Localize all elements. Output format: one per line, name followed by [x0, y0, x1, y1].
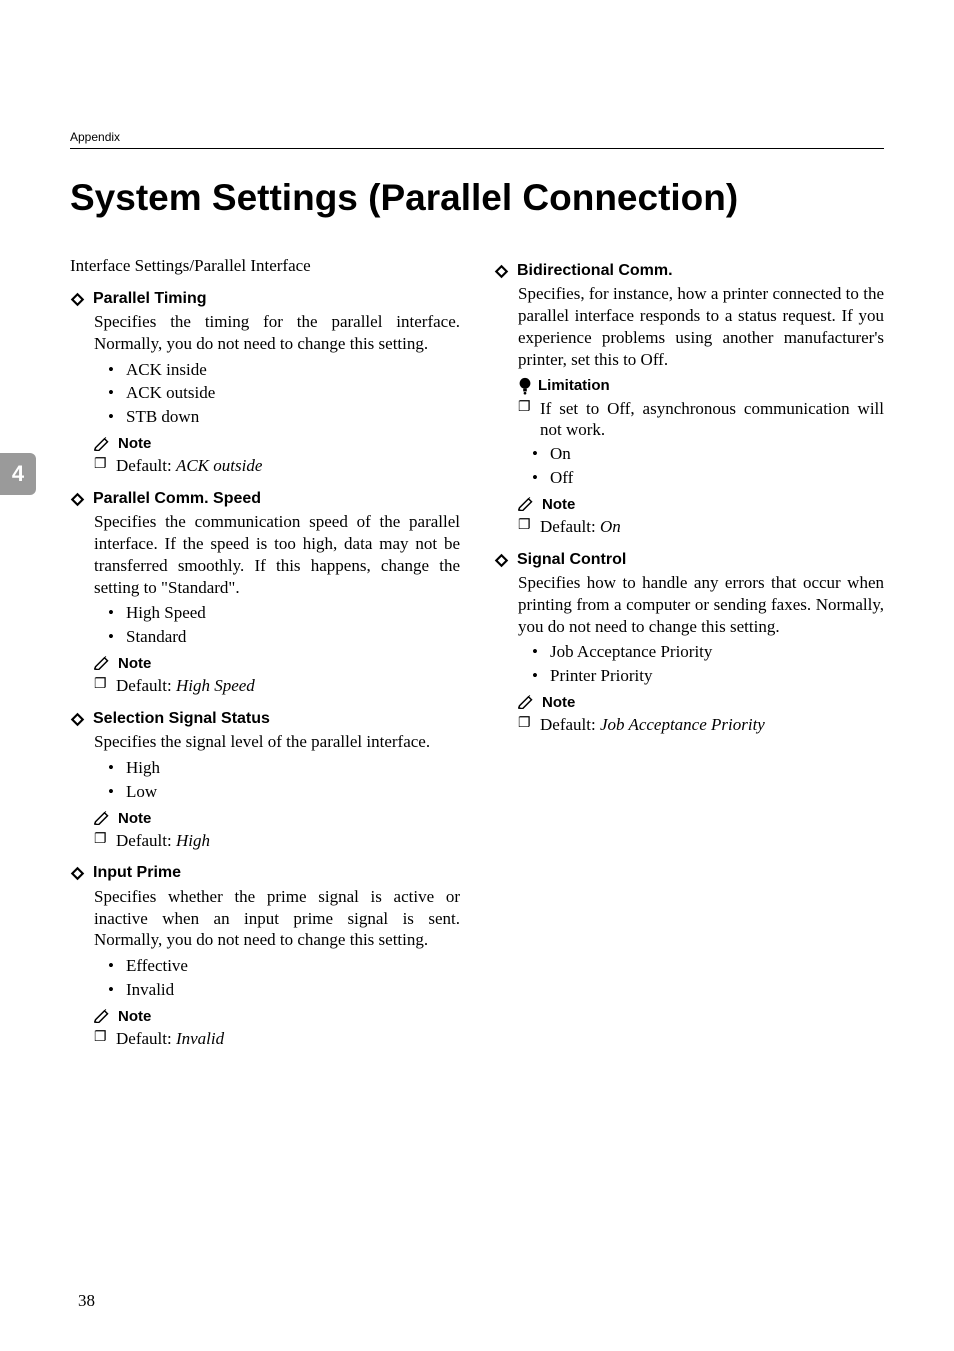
- pencil-icon: [94, 437, 112, 451]
- note-item: Default: On: [518, 516, 884, 538]
- section-selection-signal-status: Selection Signal Status Specifies the si…: [70, 709, 460, 852]
- option-item: Effective: [108, 955, 460, 977]
- section-heading: Input Prime: [93, 863, 181, 883]
- option-item: Off: [532, 467, 884, 489]
- pencil-icon: [94, 656, 112, 670]
- diamond-icon: [494, 264, 509, 279]
- section-heading: Parallel Comm. Speed: [93, 489, 261, 509]
- left-column: Interface Settings/Parallel Interface Pa…: [70, 255, 460, 1062]
- option-item: STB down: [108, 406, 460, 428]
- note-item: Default: Invalid: [94, 1028, 460, 1050]
- note-label: Note: [542, 693, 575, 712]
- option-item: Standard: [108, 626, 460, 648]
- section-desc: Specifies whether the prime signal is ac…: [94, 886, 460, 951]
- section-heading: Selection Signal Status: [93, 709, 270, 729]
- diamond-icon: [70, 492, 85, 507]
- option-item: ACK inside: [108, 359, 460, 381]
- note-label: Note: [542, 495, 575, 514]
- section-parallel-comm-speed: Parallel Comm. Speed Specifies the commu…: [70, 489, 460, 697]
- note-label: Note: [118, 1007, 151, 1026]
- option-item: Printer Priority: [532, 665, 884, 687]
- diamond-icon: [70, 712, 85, 727]
- section-signal-control: Signal Control Specifies how to handle a…: [494, 550, 884, 736]
- section-desc: Specifies the timing for the parallel in…: [94, 311, 460, 355]
- option-item: ACK outside: [108, 382, 460, 404]
- note-item: Default: High Speed: [94, 675, 460, 697]
- section-desc: Specifies the communication speed of the…: [94, 511, 460, 598]
- section-desc: Specifies how to handle any errors that …: [518, 572, 884, 637]
- diamond-icon: [70, 866, 85, 881]
- option-item: High Speed: [108, 602, 460, 624]
- section-bidirectional-comm: Bidirectional Comm. Specifies, for insta…: [494, 261, 884, 538]
- pencil-icon: [518, 695, 536, 709]
- intro-text: Interface Settings/Parallel Interface: [70, 255, 460, 277]
- page-title: System Settings (Parallel Connection): [70, 177, 884, 219]
- option-item: Invalid: [108, 979, 460, 1001]
- option-item: Job Acceptance Priority: [532, 641, 884, 663]
- note-label: Note: [118, 434, 151, 453]
- option-item: On: [532, 443, 884, 465]
- pencil-icon: [94, 1009, 112, 1023]
- option-item: High: [108, 757, 460, 779]
- note-label: Note: [118, 809, 151, 828]
- section-heading: Bidirectional Comm.: [517, 261, 673, 281]
- section-desc: Specifies, for instance, how a printer c…: [518, 283, 884, 370]
- pencil-icon: [518, 497, 536, 511]
- section-heading: Signal Control: [517, 550, 626, 570]
- page-number: 38: [78, 1291, 95, 1311]
- option-item: Low: [108, 781, 460, 803]
- note-item: Default: High: [94, 830, 460, 852]
- limitation-label: Limitation: [538, 376, 610, 395]
- section-heading: Parallel Timing: [93, 289, 207, 309]
- section-desc: Specifies the signal level of the parall…: [94, 731, 460, 753]
- diamond-icon: [70, 292, 85, 307]
- note-label: Note: [118, 654, 151, 673]
- note-item: Default: Job Acceptance Priority: [518, 714, 884, 736]
- running-head: Appendix: [70, 130, 884, 149]
- limitation-item: If set to Off, asynchronous communicatio…: [518, 398, 884, 442]
- section-parallel-timing: Parallel Timing Specifies the timing for…: [70, 289, 460, 477]
- diamond-icon: [494, 553, 509, 568]
- pencil-icon: [94, 811, 112, 825]
- lightbulb-icon: [518, 377, 532, 395]
- note-item: Default: ACK outside: [94, 455, 460, 477]
- right-column: Bidirectional Comm. Specifies, for insta…: [494, 255, 884, 1062]
- section-input-prime: Input Prime Specifies whether the prime …: [70, 863, 460, 1049]
- chapter-tab: 4: [0, 453, 36, 495]
